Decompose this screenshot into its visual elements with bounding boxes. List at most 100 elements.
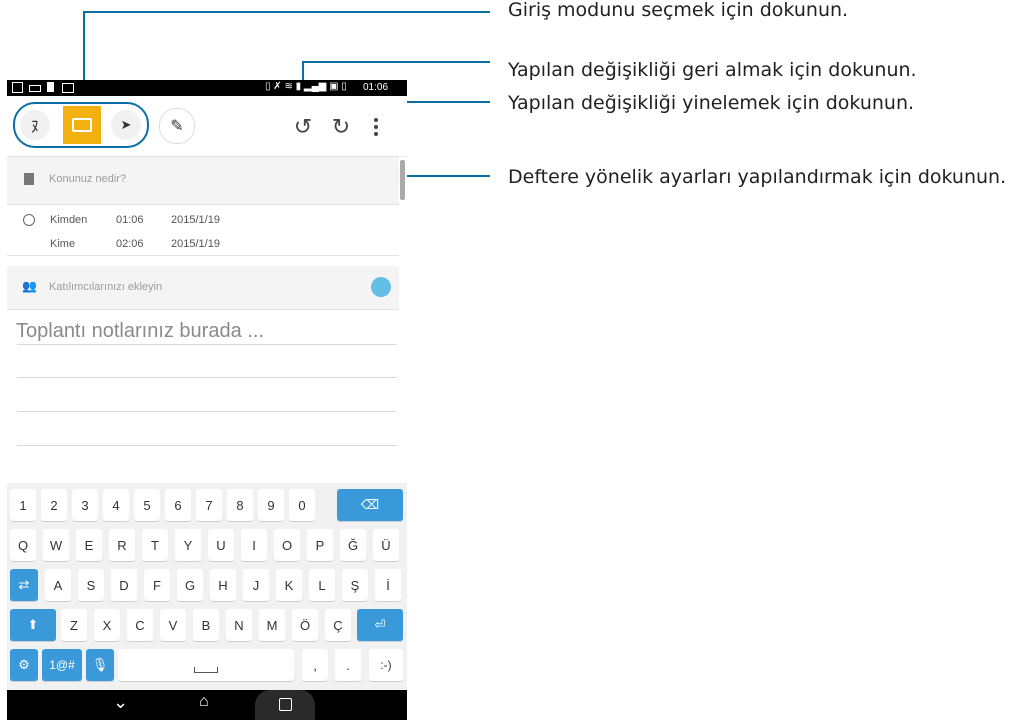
- key-5[interactable]: 5: [134, 489, 160, 521]
- key-6[interactable]: 6: [165, 489, 191, 521]
- tab-icon: ⇄: [18, 577, 30, 592]
- microphone-icon: 🎙: [91, 657, 109, 672]
- home-icon[interactable]: ⌂: [199, 693, 209, 711]
- status-bar: ▯ ✗ ≋ ▮ ▂▄▆ ▣ ▯ 01:06: [7, 80, 407, 96]
- key-t[interactable]: T: [142, 529, 168, 561]
- file-status-icon: [47, 82, 54, 92]
- keyboard-mode-button[interactable]: [63, 106, 101, 144]
- keyboard-status-icon: [29, 85, 41, 92]
- add-participant-button[interactable]: [371, 277, 391, 297]
- status-time: 01:06: [363, 82, 389, 93]
- smiley-key[interactable]: :-): [369, 649, 403, 681]
- key-z[interactable]: Z: [61, 609, 87, 641]
- key-y[interactable]: Y: [175, 529, 201, 561]
- symbols-key[interactable]: 1@#: [42, 649, 82, 681]
- tab-key[interactable]: ⇄: [10, 569, 38, 601]
- note-line: [17, 445, 397, 446]
- key-c[interactable]: C: [127, 609, 153, 641]
- key-3[interactable]: 3: [72, 489, 98, 521]
- key-u-umlaut[interactable]: Ü: [373, 529, 399, 561]
- key-o-umlaut[interactable]: Ö: [292, 609, 318, 641]
- key-g-breve[interactable]: Ğ: [340, 529, 366, 561]
- key-a[interactable]: A: [45, 569, 71, 601]
- participants-row[interactable]: 👥 Katılımcılarınızı ekleyin: [7, 266, 399, 310]
- enter-icon: ⏎: [374, 617, 386, 632]
- back-icon[interactable]: ⌄: [113, 692, 128, 713]
- key-j[interactable]: J: [243, 569, 269, 601]
- gear-icon: ⚙: [18, 657, 30, 672]
- topic-input[interactable]: Konunuz nedir?: [49, 173, 126, 185]
- key-s[interactable]: S: [78, 569, 104, 601]
- key-0[interactable]: 0: [289, 489, 315, 521]
- space-icon: [194, 667, 218, 673]
- keyboard-icon: [72, 118, 92, 132]
- callout-settings: Deftere yönelik ayarları yapılandırmak i…: [508, 166, 1007, 188]
- enter-key[interactable]: ⏎: [357, 609, 403, 641]
- participants-input[interactable]: Katılımcılarınızı ekleyin: [49, 281, 162, 293]
- period-key[interactable]: .: [335, 649, 361, 681]
- comma-key[interactable]: ,: [302, 649, 328, 681]
- key-x[interactable]: X: [94, 609, 120, 641]
- to-time[interactable]: 02:06: [116, 238, 144, 250]
- key-8[interactable]: 8: [227, 489, 253, 521]
- key-i-dotless[interactable]: I: [241, 529, 267, 561]
- note-line: [17, 344, 397, 345]
- key-d[interactable]: D: [111, 569, 137, 601]
- to-date[interactable]: 2015/1/19: [171, 238, 220, 250]
- key-v[interactable]: V: [160, 609, 186, 641]
- note-line: [17, 377, 397, 378]
- topic-row[interactable]: Konunuz nedir?: [7, 157, 399, 205]
- undo-button[interactable]: ↺: [289, 113, 317, 141]
- key-r[interactable]: R: [109, 529, 135, 561]
- undo-icon: ↺: [293, 114, 313, 139]
- callout-undo: Yapılan değişikliği geri almak için doku…: [508, 59, 917, 81]
- key-e[interactable]: E: [76, 529, 102, 561]
- space-key[interactable]: [118, 649, 294, 681]
- from-label: Kimden: [50, 214, 88, 226]
- key-o[interactable]: O: [274, 529, 300, 561]
- voice-key[interactable]: 🎙: [86, 649, 114, 681]
- key-i-dotted[interactable]: İ: [375, 569, 401, 601]
- key-w[interactable]: W: [43, 529, 69, 561]
- key-s-cedilla[interactable]: Ş: [342, 569, 368, 601]
- scrollbar[interactable]: [400, 160, 405, 200]
- key-g[interactable]: G: [177, 569, 203, 601]
- key-q[interactable]: Q: [10, 529, 36, 561]
- key-7[interactable]: 7: [196, 489, 222, 521]
- recents-icon: [279, 698, 292, 711]
- notes-input[interactable]: Toplantı notlarınız burada ...: [16, 320, 264, 343]
- callout-redo: Yapılan değişikliği yinelemek için dokun…: [508, 92, 915, 114]
- brush-icon: ✎: [170, 118, 184, 135]
- key-u[interactable]: U: [208, 529, 234, 561]
- key-h[interactable]: H: [210, 569, 236, 601]
- settings-key[interactable]: ⚙: [10, 649, 38, 681]
- key-n[interactable]: N: [226, 609, 252, 641]
- key-f[interactable]: F: [144, 569, 170, 601]
- key-1[interactable]: 1: [10, 489, 36, 521]
- backspace-key[interactable]: ⌫: [337, 489, 403, 521]
- phone-screen: ▯ ✗ ≋ ▮ ▂▄▆ ▣ ▯ 01:06 ﾇ ➤ ✎ ↺ ↻ Konunuz …: [7, 80, 407, 720]
- shift-key[interactable]: ⬆: [10, 609, 56, 641]
- key-k[interactable]: K: [276, 569, 302, 601]
- redo-button[interactable]: ↻: [327, 113, 355, 141]
- key-4[interactable]: 4: [103, 489, 129, 521]
- from-time[interactable]: 01:06: [116, 214, 144, 226]
- handwriting-mode-button[interactable]: ﾇ: [20, 110, 50, 140]
- key-c-cedilla[interactable]: Ç: [325, 609, 351, 641]
- callout-input-mode: Giriş modunu seçmek için dokunun.: [508, 0, 849, 21]
- overflow-menu-button[interactable]: [367, 113, 385, 141]
- time-section: Kimden 01:06 2015/1/19 Kime 02:06 2015/1…: [7, 205, 399, 256]
- key-9[interactable]: 9: [258, 489, 284, 521]
- key-2[interactable]: 2: [41, 489, 67, 521]
- key-l[interactable]: L: [309, 569, 335, 601]
- navigation-bar: ⌄ ⌂: [7, 690, 407, 720]
- people-icon: 👥: [22, 279, 37, 293]
- from-date[interactable]: 2015/1/19: [171, 214, 220, 226]
- pen-mode-button[interactable]: ➤: [111, 110, 141, 140]
- key-m[interactable]: M: [259, 609, 285, 641]
- brush-button[interactable]: ✎: [159, 108, 195, 144]
- key-p[interactable]: P: [307, 529, 333, 561]
- calendar-status-icon: [12, 82, 23, 93]
- to-label: Kime: [50, 238, 76, 250]
- key-b[interactable]: B: [193, 609, 219, 641]
